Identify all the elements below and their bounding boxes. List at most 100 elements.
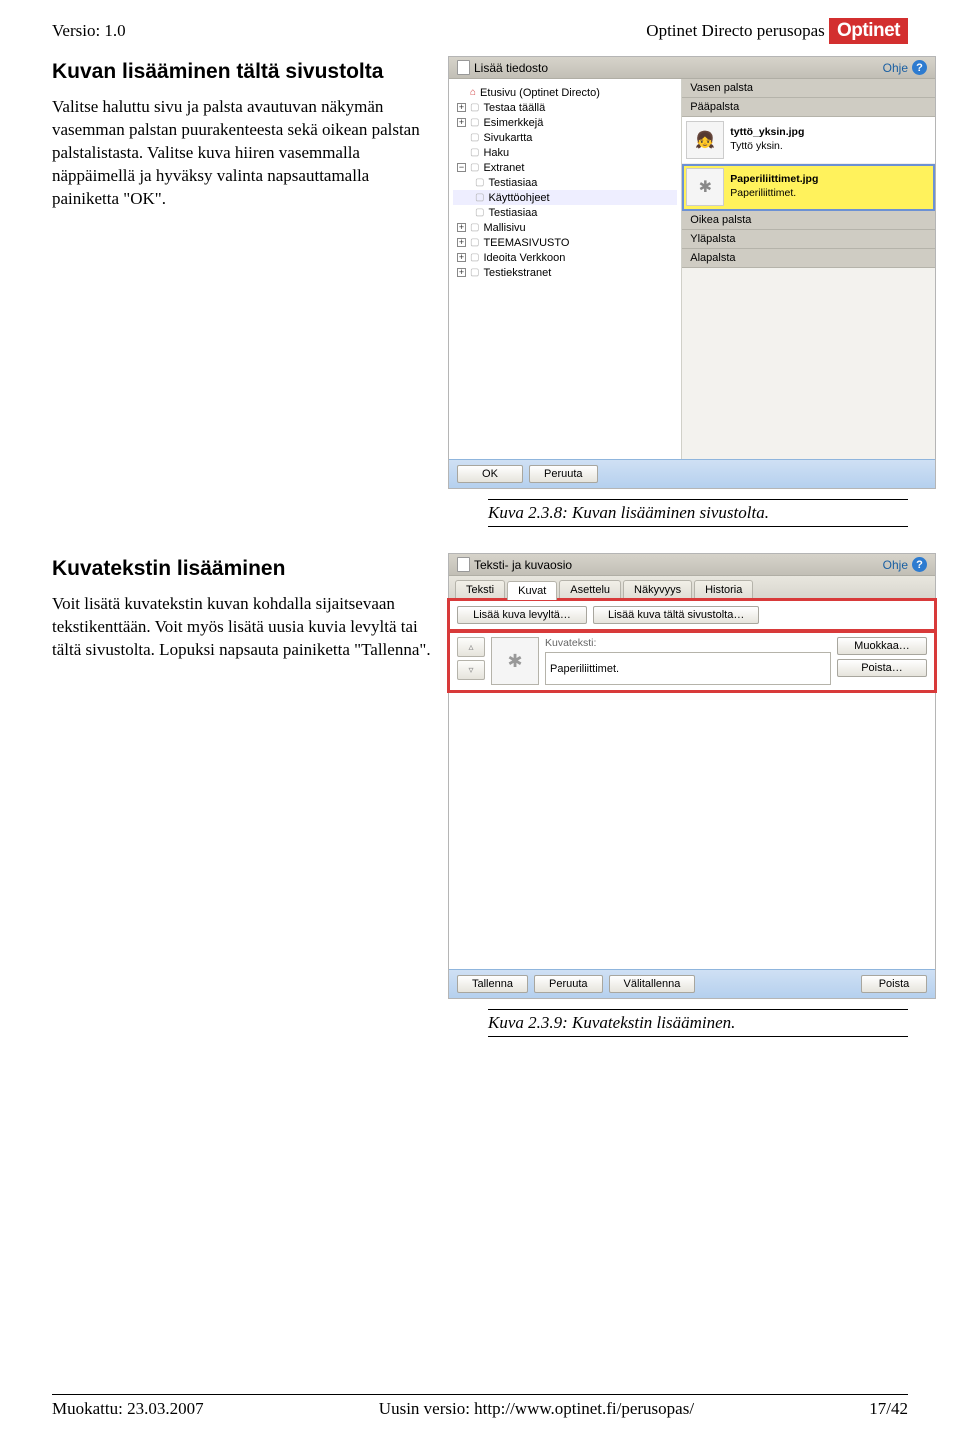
tab-teksti[interactable]: Teksti <box>455 580 505 599</box>
page-icon: ▢ <box>475 192 484 203</box>
page-icon: ▢ <box>470 222 479 233</box>
tab-bar: Teksti Kuvat Asettelu Näkyvyys Historia <box>449 576 935 600</box>
editor-blank-area <box>449 691 935 969</box>
text-image-titlebar: Teksti- ja kuvaosio Ohje ? <box>449 554 935 576</box>
tree-label: Testiasiaa <box>488 207 537 219</box>
tree-label: Testiasiaa <box>488 177 537 189</box>
delete-button[interactable]: Poista… <box>837 659 927 677</box>
add-file-window: Lisää tiedosto Ohje ? ⌂ Etusivu (Optinet … <box>448 56 936 489</box>
file-item[interactable]: 👧 tyttö_yksin.jpg Tyttö yksin. <box>682 117 935 164</box>
file-desc: Paperiliittimet. <box>730 187 796 199</box>
page-icon: ▢ <box>470 102 479 113</box>
image-caption-editor: ▵ ▿ ✱ Kuvateksti: Muokkaa… Poista… <box>449 631 935 691</box>
help-link[interactable]: Ohje <box>883 61 908 75</box>
help-icon[interactable]: ? <box>912 60 927 75</box>
tree-item[interactable]: + ▢ Mallisivu <box>453 220 677 235</box>
optinet-logo: Optinet <box>829 18 908 44</box>
tree-label: Mallisivu <box>483 222 525 234</box>
tree-item[interactable]: + ▢ TEEMASIVUSTO <box>453 235 677 250</box>
tree-label: Ideoita Verkkoon <box>483 252 565 264</box>
tree-label: Testaa täällä <box>483 102 545 114</box>
palsta-ala[interactable]: Alapalsta <box>682 249 935 268</box>
text-image-footer: Tallenna Peruuta Välitallenna Poista <box>449 969 935 998</box>
footer-date: Muokattu: 23.03.2007 <box>52 1399 204 1419</box>
add-file-footer: OK Peruuta <box>449 459 935 488</box>
help-link[interactable]: Ohje <box>883 558 908 572</box>
tab-historia[interactable]: Historia <box>694 580 753 599</box>
page-icon: ▢ <box>475 177 484 188</box>
expand-icon[interactable]: + <box>457 103 466 112</box>
page-tree[interactable]: ⌂ Etusivu (Optinet Directo) + ▢ Testaa tääl… <box>449 79 682 459</box>
page-icon: ▢ <box>470 162 479 173</box>
expand-icon[interactable]: + <box>457 118 466 127</box>
add-image-buttons-row: Lisää kuva levyltä… Lisää kuva tältä siv… <box>449 600 935 631</box>
tree-label: Haku <box>483 147 509 159</box>
tree-item[interactable]: ▢ Testiasiaa <box>453 205 677 220</box>
intermediate-save-button[interactable]: Välitallenna <box>609 975 696 993</box>
tree-label: Etusivu (Optinet Directo) <box>480 87 600 99</box>
tree-item[interactable]: ⌂ Etusivu (Optinet Directo) <box>453 85 677 100</box>
tree-item[interactable]: −▢ Extranet <box>453 160 677 175</box>
caption-2: Kuva 2.3.9: Kuvatekstin lisääminen. <box>488 1009 908 1037</box>
image-thumbnail-icon: ✱ <box>686 168 724 206</box>
expand-icon[interactable]: + <box>457 253 466 262</box>
remove-button[interactable]: Poista <box>861 975 927 993</box>
kuvateksti-label: Kuvateksti: <box>545 637 831 649</box>
move-down-button[interactable]: ▿ <box>457 660 485 680</box>
tree-label: Extranet <box>483 162 524 174</box>
page-icon: ▢ <box>470 237 479 248</box>
section-1-body: Valitse haluttu sivu ja palsta avautuvan… <box>52 96 432 211</box>
ok-button[interactable]: OK <box>457 465 523 483</box>
section-2-body: Voit lisätä kuvatekstin kuvan kohdalla s… <box>52 593 432 662</box>
palsta-yla[interactable]: Yläpalsta <box>682 230 935 249</box>
save-button[interactable]: Tallenna <box>457 975 528 993</box>
collapse-icon[interactable]: − <box>457 163 466 172</box>
add-file-titlebar: Lisää tiedosto Ohje ? <box>449 57 935 79</box>
caption-1: Kuva 2.3.8: Kuvan lisääminen sivustolta. <box>488 499 908 527</box>
tree-label: Käyttöohjeet <box>488 192 549 204</box>
help-icon[interactable]: ? <box>912 557 927 572</box>
palsta-vasen[interactable]: Vasen palsta <box>682 79 935 98</box>
add-image-from-site-button[interactable]: Lisää kuva tältä sivustolta… <box>593 606 759 624</box>
image-thumbnail-icon: 👧 <box>686 121 724 159</box>
tree-label: Sivukartta <box>483 132 532 144</box>
home-icon: ⌂ <box>470 87 476 98</box>
tree-item[interactable]: +▢Esimerkkejä <box>453 115 677 130</box>
footer-page: 17/42 <box>869 1399 908 1419</box>
text-image-title: Teksti- ja kuvaosio <box>474 558 572 572</box>
expand-icon[interactable]: + <box>457 223 466 232</box>
expand-icon[interactable]: + <box>457 268 466 277</box>
page-icon: ▢ <box>470 132 479 143</box>
tree-item[interactable]: +▢Testiekstranet <box>453 265 677 280</box>
tree-label: Esimerkkejä <box>483 117 543 129</box>
tree-label: Testiekstranet <box>483 267 551 279</box>
image-thumbnail-icon: ✱ <box>491 637 539 685</box>
file-desc: Tyttö yksin. <box>730 140 783 152</box>
file-item-selected[interactable]: ✱ Paperiliittimet.jpg Paperiliittimet. <box>682 164 935 211</box>
tree-item[interactable]: ▢ Haku <box>453 145 677 160</box>
cancel-button[interactable]: Peruuta <box>529 465 598 483</box>
tree-item[interactable]: ▢ Käyttöohjeet <box>453 190 677 205</box>
tab-asettelu[interactable]: Asettelu <box>559 580 621 599</box>
add-file-title: Lisää tiedosto <box>474 61 548 75</box>
page-footer: Muokattu: 23.03.2007 Uusin versio: http:… <box>52 1394 908 1419</box>
palsta-oikea[interactable]: Oikea palsta <box>682 211 935 230</box>
tab-nakyvyys[interactable]: Näkyvyys <box>623 580 692 599</box>
page-icon: ▢ <box>470 147 479 158</box>
tab-kuvat[interactable]: Kuvat <box>507 581 557 600</box>
palsta-paa[interactable]: Pääpalsta <box>682 98 935 117</box>
palsta-list: Vasen palsta Pääpalsta 👧 tyttö_yksin.jpg… <box>682 79 935 459</box>
cancel-button[interactable]: Peruuta <box>534 975 603 993</box>
expand-icon[interactable]: + <box>457 238 466 247</box>
kuvateksti-input[interactable] <box>545 652 831 685</box>
document-icon <box>457 557 470 572</box>
tree-item[interactable]: +▢Ideoita Verkkoon <box>453 250 677 265</box>
add-image-from-disk-button[interactable]: Lisää kuva levyltä… <box>457 606 587 624</box>
page-icon: ▢ <box>475 207 484 218</box>
edit-button[interactable]: Muokkaa… <box>837 637 927 655</box>
tree-item[interactable]: ▢ Sivukartta <box>453 130 677 145</box>
tree-item[interactable]: + ▢ Testaa täällä <box>453 100 677 115</box>
tree-item[interactable]: ▢ Testiasiaa <box>453 175 677 190</box>
tree-label: TEEMASIVUSTO <box>483 237 569 249</box>
move-up-button[interactable]: ▵ <box>457 637 485 657</box>
